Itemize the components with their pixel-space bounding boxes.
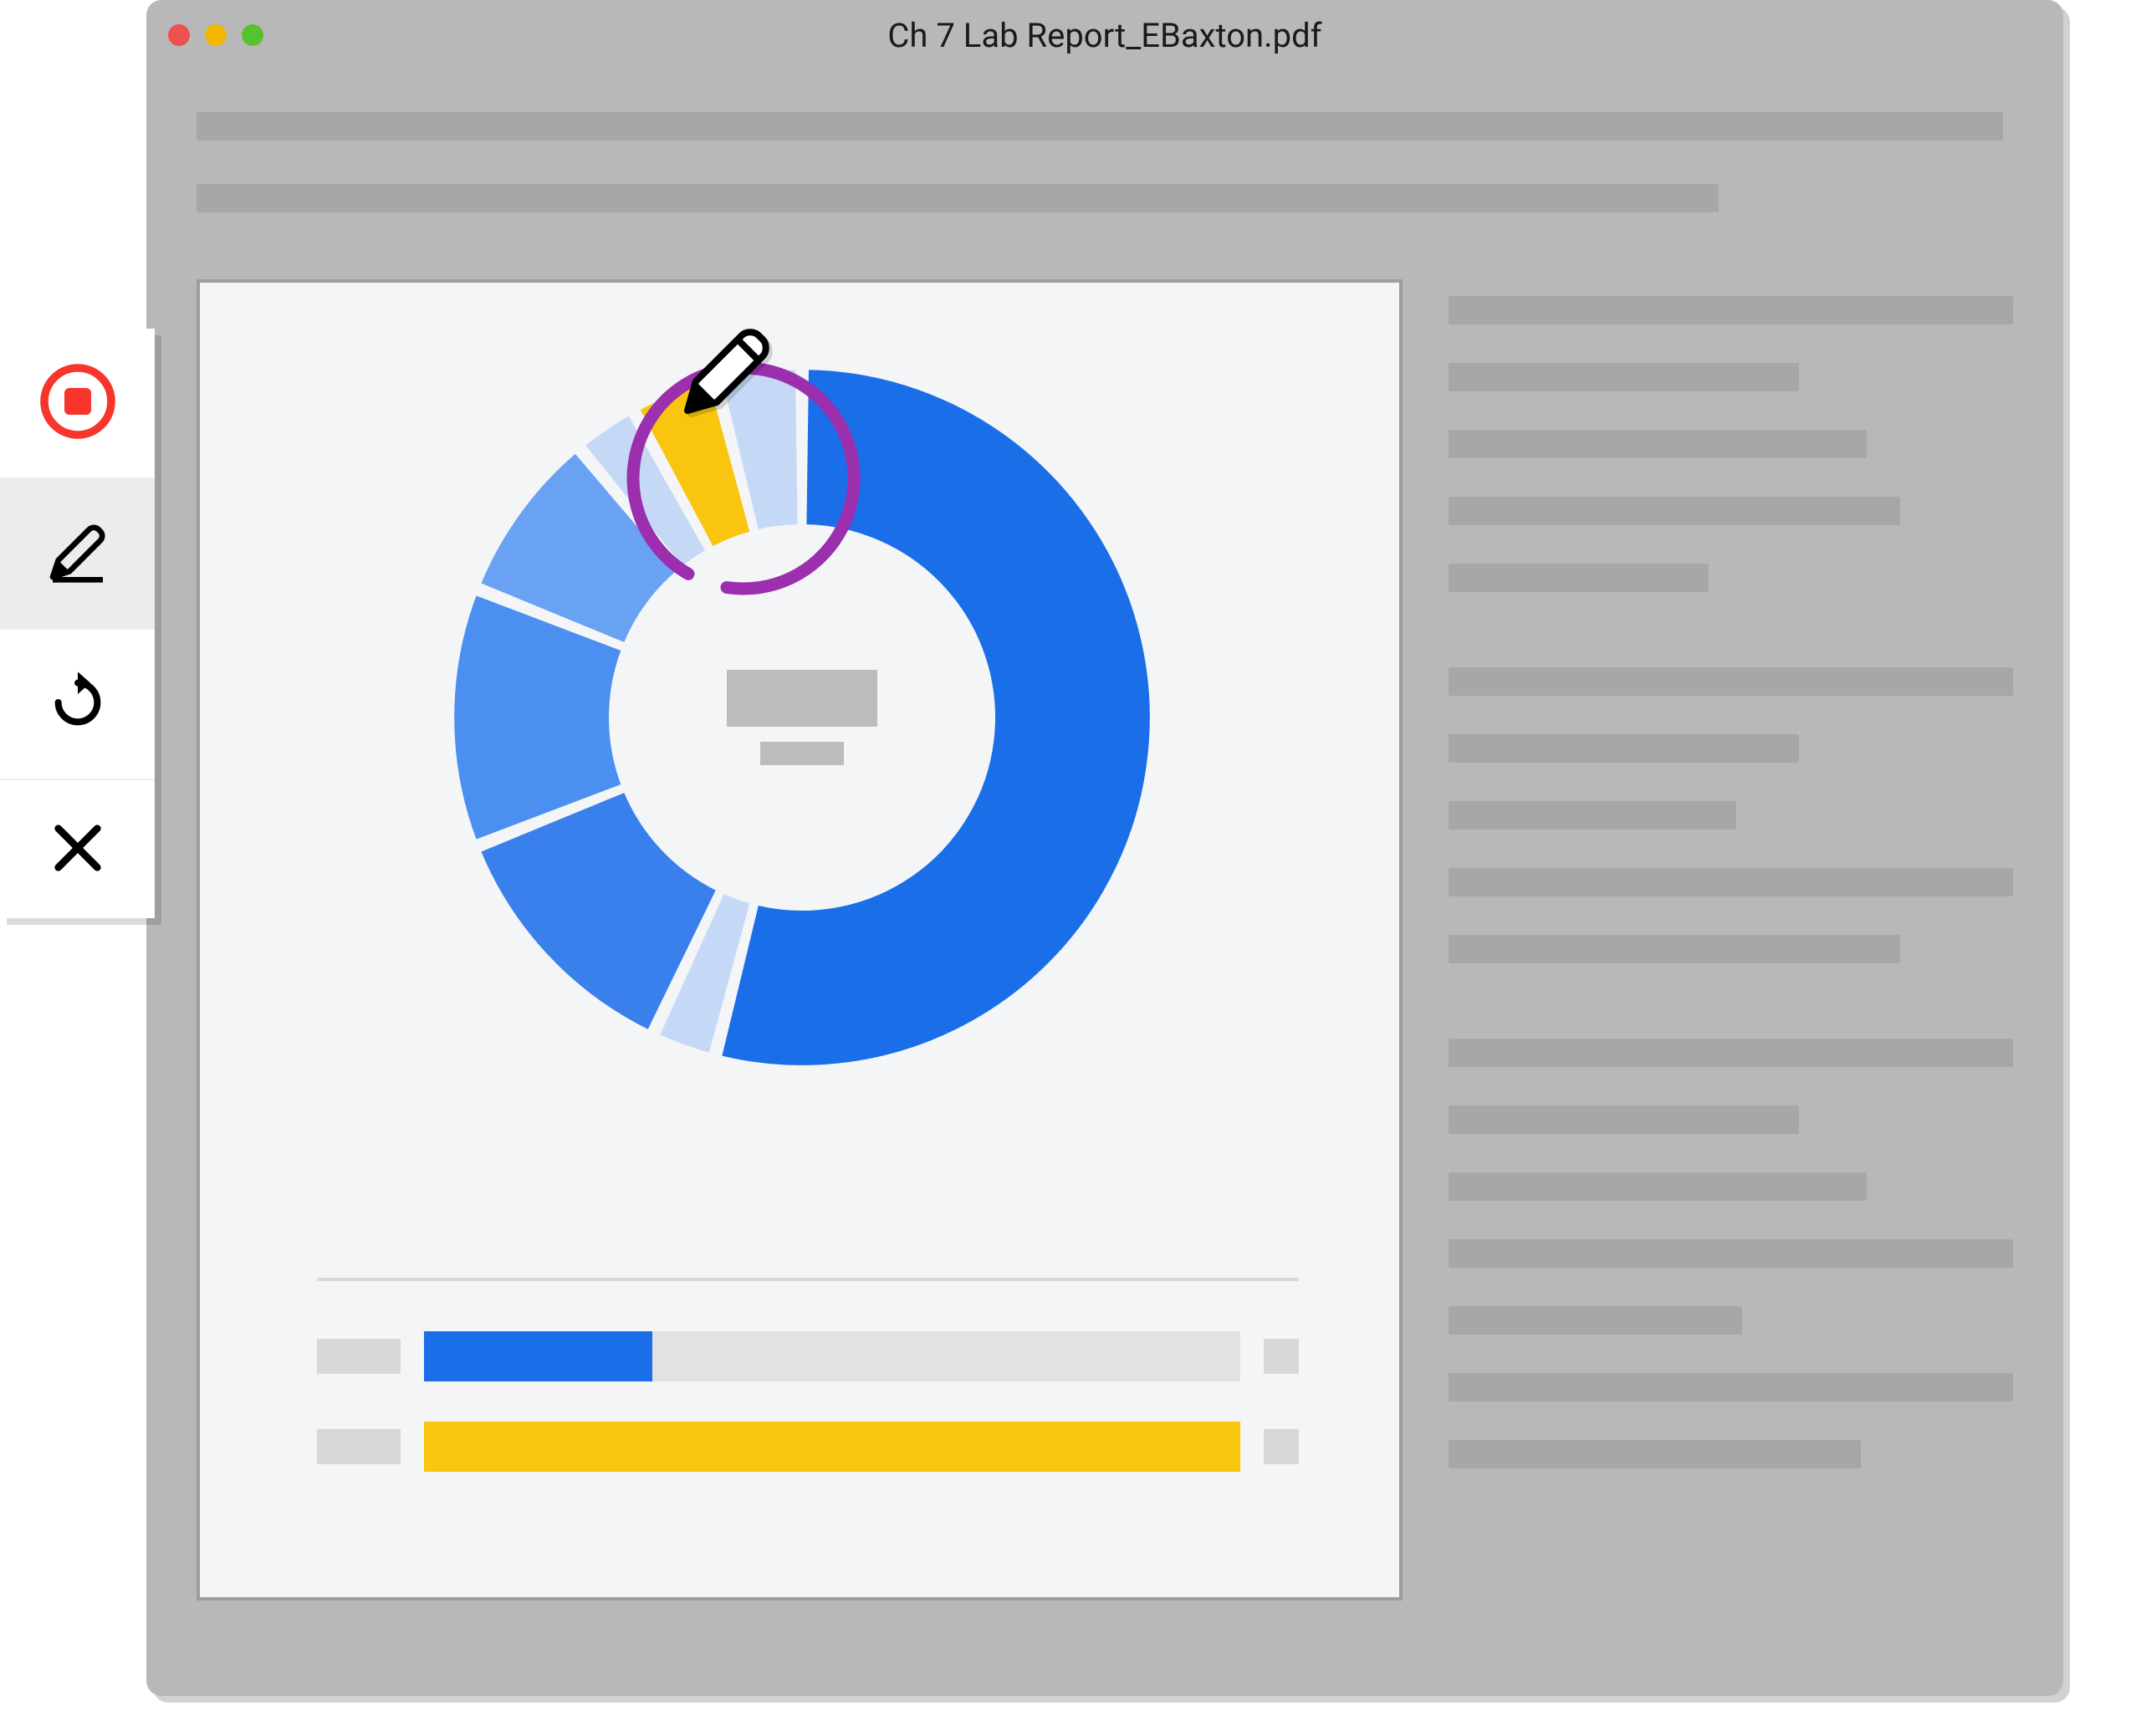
window-body [146,112,2063,1651]
sidebar-placeholder [1449,279,2013,1601]
bar-label [317,1339,401,1374]
bar-track [424,1331,1240,1381]
fullscreen-window-button[interactable] [242,24,263,46]
bar-track [424,1422,1240,1472]
pencil-cursor-icon [675,323,775,423]
divider [317,1278,1299,1281]
x-icon [44,814,111,885]
close-toolbar-button[interactable] [0,780,155,918]
donut-chart [434,350,1170,1085]
placeholder-text-line [197,112,2003,140]
bar-row [317,1331,1299,1381]
bar-label [317,1429,401,1464]
pdf-viewer-window: Ch 7 Lab Report_EBaxton.pdf [146,0,2063,1696]
content-row [197,279,2013,1601]
stop-circle-icon [38,361,118,445]
placeholder-paragraph [1449,667,2013,963]
placeholder-paragraph [1449,1039,2013,1468]
bar-value [1264,1339,1299,1374]
redo-button[interactable] [0,630,155,780]
pencil-icon [44,518,111,589]
bar-fill [424,1331,652,1381]
placeholder-value [727,670,877,727]
stop-record-button[interactable] [0,329,155,479]
bar-row [317,1422,1299,1472]
placeholder-text-line [197,184,1719,212]
titlebar: Ch 7 Lab Report_EBaxton.pdf [146,0,2063,70]
pencil-tool-button[interactable] [0,479,155,630]
bar-fill [424,1422,1240,1472]
redo-icon [44,669,111,739]
annotation-toolbar [0,329,155,918]
placeholder-sublabel [760,742,844,765]
bar-value [1264,1429,1299,1464]
window-title: Ch 7 Lab Report_EBaxton.pdf [146,16,2063,55]
close-window-button[interactable] [168,24,190,46]
placeholder-paragraph [1449,296,2013,592]
window-controls [168,24,263,46]
minimize-window-button[interactable] [205,24,227,46]
donut-center-label [727,670,877,765]
document-page[interactable] [197,279,1403,1601]
bar-chart-legend [317,1278,1299,1512]
